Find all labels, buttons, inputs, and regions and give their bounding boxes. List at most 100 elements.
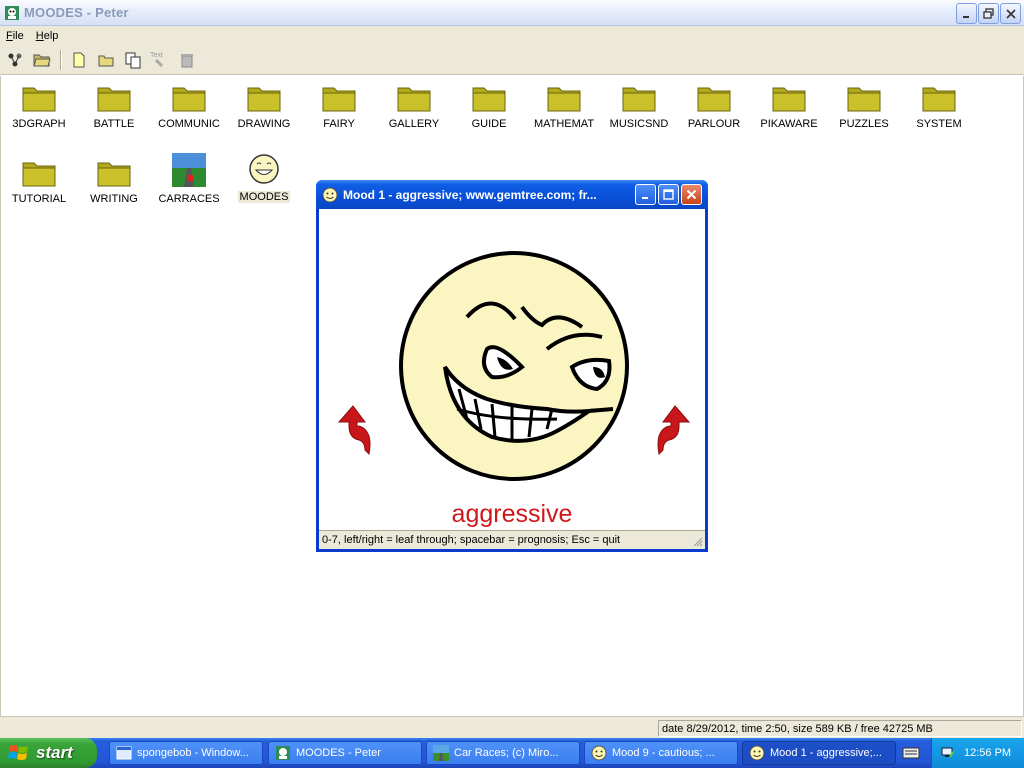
folder-icon <box>772 87 806 112</box>
desktop-item-label: WRITING <box>90 193 138 205</box>
tool-new-folder[interactable] <box>95 49 117 71</box>
desktop-item-label: MOODES <box>237 191 291 203</box>
folder-icon <box>22 162 56 187</box>
folder-icon <box>547 87 581 112</box>
desktop-item-musicsnd[interactable]: MUSICSND <box>601 82 677 130</box>
smiley-icon <box>322 187 338 202</box>
next-mood-arrow-icon[interactable] <box>657 404 691 456</box>
mood-close-button[interactable] <box>681 184 702 205</box>
desktop-item-label: MATHEMAT <box>533 118 595 130</box>
main-status-bar: date 8/29/2012, time 2:50, size 589 KB /… <box>0 716 1024 738</box>
desktop-item-carraces[interactable]: CARRACES <box>151 153 227 205</box>
taskbar: start spongebob - Window... MOODES - Pet… <box>0 738 1024 768</box>
tree-icon <box>8 53 22 66</box>
desktop-item-label: MUSICSND <box>609 118 669 130</box>
close-button[interactable] <box>1000 3 1021 24</box>
restore-button[interactable] <box>978 3 999 24</box>
trash-icon <box>181 53 193 67</box>
mood-maximize-button[interactable] <box>658 184 679 205</box>
toolbar: Text <box>0 45 1024 75</box>
desktop-item-label: CARRACES <box>158 193 220 205</box>
task-mood-9[interactable]: Mood 9 - cautious; ... <box>584 741 738 765</box>
system-tray: 12:56 PM <box>931 738 1024 768</box>
mood-display[interactable]: aggressive <box>319 209 705 530</box>
desktop-item-system[interactable]: SYSTEM <box>901 82 977 130</box>
mood-title-bar[interactable]: Mood 1 - aggressive; www.gemtree.com; fr… <box>316 180 708 209</box>
svg-text:Text: Text <box>150 52 163 59</box>
desktop-item-label: PARLOUR <box>687 118 741 130</box>
tool-navigate[interactable] <box>4 49 26 71</box>
desktop-item-gallery[interactable]: GALLERY <box>376 82 452 130</box>
menu-bar: File Help <box>0 26 1024 45</box>
text-edit-icon: Text <box>150 52 164 67</box>
desktop-item-label: PIKAWARE <box>760 118 818 130</box>
mood-minimize-button[interactable] <box>635 184 656 205</box>
task-moodes-peter[interactable]: MOODES - Peter <box>268 741 422 765</box>
main-title-bar[interactable]: MOODES - Peter <box>0 0 1024 26</box>
minimize-icon <box>962 15 969 18</box>
task-label: Mood 1 - aggressive;... <box>770 747 882 759</box>
task-label: Car Races; (c) Miro... <box>454 747 559 759</box>
tool-delete[interactable] <box>176 49 198 71</box>
status-info: date 8/29/2012, time 2:50, size 589 KB /… <box>658 720 1022 737</box>
maximize-icon <box>663 189 674 200</box>
previous-mood-arrow-icon[interactable] <box>337 404 371 456</box>
mood-window[interactable]: Mood 1 - aggressive; www.gemtree.com; fr… <box>316 180 708 552</box>
smiley-icon <box>749 745 765 761</box>
desktop-item-puzzles[interactable]: PUZZLES <box>826 82 902 130</box>
desktop-item-battle[interactable]: BATTLE <box>76 82 152 130</box>
desktop-item-parlour[interactable]: PARLOUR <box>676 82 752 130</box>
desktop-item-communic[interactable]: COMMUNIC <box>151 82 227 130</box>
folder-icon <box>622 87 656 112</box>
menu-help[interactable]: Help <box>30 30 65 42</box>
folder-icon <box>322 87 356 112</box>
desktop-item-3dgraph[interactable]: 3DGRAPH <box>1 82 77 130</box>
mood-status-text: 0-7, left/right = leaf through; spacebar… <box>322 534 621 546</box>
open-folder-icon <box>33 54 51 66</box>
task-spongebob[interactable]: spongebob - Window... <box>109 741 263 765</box>
desktop-item-mathemat[interactable]: MATHEMAT <box>526 82 602 130</box>
desktop-item-writing[interactable]: WRITING <box>76 157 152 205</box>
desktop-item-fairy[interactable]: FAIRY <box>301 82 377 130</box>
new-folder-icon <box>98 55 114 66</box>
desktop-item-drawing[interactable]: DRAWING <box>226 82 302 130</box>
task-label: MOODES - Peter <box>296 747 381 759</box>
copy-icon <box>125 52 141 68</box>
desktop-item-label: BATTLE <box>93 118 135 130</box>
resize-grip-icon[interactable] <box>692 536 703 547</box>
windows-logo-icon <box>8 745 28 760</box>
restore-icon <box>983 8 994 19</box>
desktop-item-label: GUIDE <box>471 118 507 130</box>
network-icon[interactable] <box>940 745 956 761</box>
tool-open[interactable] <box>31 49 53 71</box>
close-icon <box>1005 8 1016 19</box>
desktop-item-pikaware[interactable]: PIKAWARE <box>751 82 827 130</box>
clock[interactable]: 12:56 PM <box>964 747 1011 759</box>
keyboard-icon[interactable] <box>902 745 920 761</box>
task-mood-1[interactable]: Mood 1 - aggressive;... <box>742 741 896 765</box>
desktop-item-label: SYSTEM <box>916 118 962 130</box>
peter-icon <box>276 746 290 760</box>
start-label: start <box>36 743 73 762</box>
tool-new[interactable] <box>68 49 90 71</box>
task-label: Mood 9 - cautious; ... <box>612 747 715 759</box>
desktop-item-label: 3DGRAPH <box>12 118 66 130</box>
desktop-item-label: DRAWING <box>237 118 291 130</box>
window-icon <box>116 746 132 760</box>
task-label: spongebob - Window... <box>137 747 249 759</box>
mood-label: aggressive <box>451 500 573 528</box>
tool-text[interactable]: Text <box>149 49 171 71</box>
folder-icon <box>22 87 56 112</box>
tool-copy[interactable] <box>122 49 144 71</box>
start-button[interactable]: start <box>0 738 97 768</box>
desktop-item-guide[interactable]: GUIDE <box>451 82 527 130</box>
menu-file[interactable]: File <box>0 30 30 42</box>
desktop-item-moodes[interactable]: MOODES <box>226 153 302 203</box>
toolbar-separator <box>60 49 62 70</box>
minimize-button[interactable] <box>956 3 977 24</box>
folder-icon <box>922 87 956 112</box>
task-car-races[interactable]: Car Races; (c) Miro... <box>426 741 580 765</box>
folder-icon <box>847 87 881 112</box>
peter-app-icon <box>5 5 19 20</box>
desktop-item-tutorial[interactable]: TUTORIAL <box>1 157 77 205</box>
